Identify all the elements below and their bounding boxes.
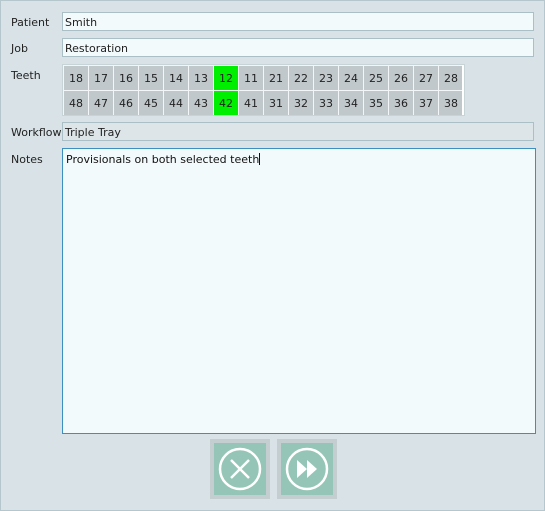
tooth-14[interactable]: 14 (164, 66, 188, 90)
tooth-25[interactable]: 25 (364, 66, 388, 90)
teeth-label: Teeth (11, 69, 41, 82)
tooth-35[interactable]: 35 (364, 91, 388, 115)
notes-textarea[interactable]: Provisionals on both selected teeth (62, 148, 536, 434)
tooth-13[interactable]: 13 (189, 66, 213, 90)
tooth-34[interactable]: 34 (339, 91, 363, 115)
tooth-43[interactable]: 43 (189, 91, 213, 115)
teeth-row-lower: 48 47 46 45 44 43 42 41 31 32 33 34 35 36 37 38 (64, 91, 464, 115)
tooth-15[interactable]: 15 (139, 66, 163, 90)
tooth-21[interactable]: 21 (264, 66, 288, 90)
tooth-31[interactable]: 31 (264, 91, 288, 115)
notes-text: Provisionals on both selected teeth (66, 153, 260, 166)
teeth-row-upper: 18 17 16 15 14 13 12 11 21 22 23 24 25 26 27 28 (64, 66, 464, 90)
tooth-33[interactable]: 33 (314, 91, 338, 115)
tooth-23[interactable]: 23 (314, 66, 338, 90)
close-circle-icon (218, 447, 262, 491)
teeth-scroll-edge (462, 65, 464, 115)
tooth-37[interactable]: 37 (414, 91, 438, 115)
tooth-16[interactable]: 16 (114, 66, 138, 90)
tooth-28[interactable]: 28 (439, 66, 463, 90)
tooth-38[interactable]: 38 (439, 91, 463, 115)
cancel-button-face (214, 443, 266, 495)
tooth-32[interactable]: 32 (289, 91, 313, 115)
tooth-46[interactable]: 46 (114, 91, 138, 115)
teeth-chart: 18 17 16 15 14 13 12 11 21 22 23 24 25 26 27 28 48 47 46 4… (62, 64, 465, 116)
tooth-11[interactable]: 11 (239, 66, 263, 90)
tooth-17[interactable]: 17 (89, 66, 113, 90)
next-button[interactable] (277, 439, 337, 499)
tooth-45[interactable]: 45 (139, 91, 163, 115)
tooth-18[interactable]: 18 (64, 66, 88, 90)
workflow-field[interactable]: Triple Tray (62, 122, 534, 141)
next-button-face (281, 443, 333, 495)
fast-forward-circle-icon (285, 447, 329, 491)
tooth-36[interactable]: 36 (389, 91, 413, 115)
tooth-48[interactable]: 48 (64, 91, 88, 115)
tooth-12[interactable]: 12 (214, 66, 238, 90)
tooth-44[interactable]: 44 (164, 91, 188, 115)
patient-field[interactable]: Smith (62, 12, 534, 31)
tooth-42[interactable]: 42 (214, 91, 238, 115)
text-caret (259, 153, 261, 165)
tooth-27[interactable]: 27 (414, 66, 438, 90)
tooth-24[interactable]: 24 (339, 66, 363, 90)
tooth-26[interactable]: 26 (389, 66, 413, 90)
tooth-47[interactable]: 47 (89, 91, 113, 115)
notes-label: Notes (11, 153, 43, 166)
job-label: Job (11, 42, 28, 55)
workflow-label: Workflow (11, 126, 62, 139)
cancel-button[interactable] (210, 439, 270, 499)
tooth-41[interactable]: 41 (239, 91, 263, 115)
tooth-22[interactable]: 22 (289, 66, 313, 90)
patient-label: Patient (11, 16, 50, 29)
job-field[interactable]: Restoration (62, 38, 534, 57)
